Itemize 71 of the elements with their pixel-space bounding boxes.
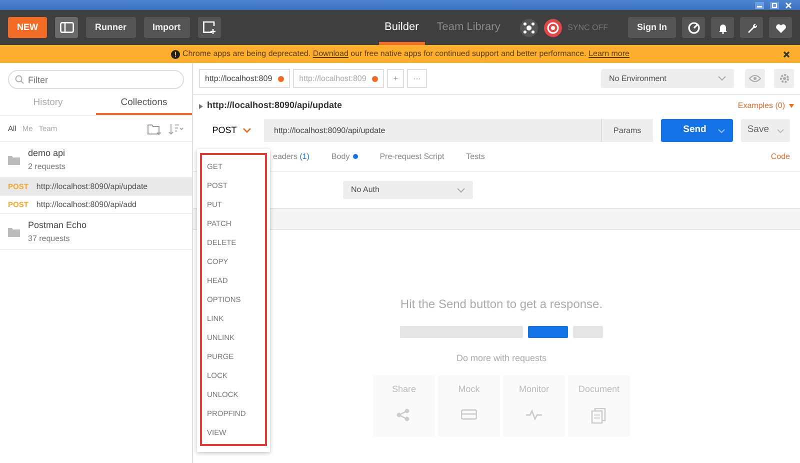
request-subtab[interactable]: Tests [466, 150, 485, 162]
maximize-icon[interactable] [770, 2, 779, 8]
heart-button[interactable] [769, 17, 792, 38]
caret-icon [777, 128, 784, 132]
warning-icon [170, 50, 180, 58]
chevron-down-icon [242, 128, 251, 133]
import-button[interactable]: Import [144, 17, 190, 38]
request-title: http://localhost:8090/api/update [207, 99, 342, 112]
request-tab[interactable]: http://localhost:809 [293, 69, 384, 88]
sync-status: SYNC OFF [568, 22, 608, 34]
search-icon [15, 75, 24, 84]
sidebar-icon [60, 22, 74, 33]
placeholder-bar [528, 326, 568, 338]
collection-name: Postman Echo [28, 219, 87, 232]
minimize-icon[interactable] [755, 2, 764, 8]
request-url: http://localhost:8090/api/update [36, 180, 148, 193]
request-subtab[interactable]: Body [331, 150, 358, 162]
documents-icon [591, 408, 607, 424]
placeholder-bar [573, 326, 603, 338]
send-button[interactable]: Send [661, 119, 734, 142]
sign-in-button[interactable]: Sign In [628, 17, 676, 38]
chevron-down-icon [718, 76, 726, 81]
chevron-down-icon [457, 188, 465, 192]
response-hint: Hit the Send button to get a response. [400, 296, 603, 313]
eye-icon [749, 75, 761, 82]
new-window-icon [202, 21, 216, 34]
code-link[interactable]: Code [770, 150, 790, 162]
save-button[interactable]: Save [741, 119, 790, 142]
settings-button[interactable] [740, 17, 763, 38]
folder-icon [8, 226, 20, 237]
request-count: 2 requests [28, 160, 66, 172]
new-button[interactable]: NEW [8, 17, 47, 38]
collection-item[interactable]: Postman Echo 37 requests [0, 214, 192, 250]
download-link[interactable]: Download [312, 49, 348, 58]
request-count: 37 requests [28, 232, 71, 244]
sidebar-toggle-button[interactable] [55, 17, 78, 38]
bell-button[interactable] [711, 17, 734, 38]
filter-field[interactable]: Filter [8, 70, 184, 89]
more-tabs-button[interactable]: ··· [406, 69, 427, 88]
examples-dropdown[interactable]: Examples (0) [738, 100, 785, 112]
new-window-button[interactable] [198, 17, 220, 38]
expand-caret-icon[interactable] [199, 104, 203, 108]
learn-more-link[interactable]: Learn more [588, 49, 630, 58]
heart-icon [774, 22, 786, 34]
close-icon[interactable] [783, 50, 790, 58]
add-tab-button[interactable]: + [387, 69, 404, 88]
more-heading: Do more with requests [456, 352, 547, 365]
request-url: http://localhost:8090/api/add [36, 198, 136, 211]
folder-icon [8, 154, 20, 165]
bell-icon [716, 22, 728, 34]
banner-message: Chrome apps are being deprecated. Download our free native apps for continued support and better performance. Learn more [182, 48, 630, 60]
unsaved-dot-icon [372, 76, 378, 82]
auth-type-select[interactable]: No Auth [343, 181, 473, 199]
caret-down-icon [789, 104, 794, 108]
request-tab[interactable]: http://localhost:809 [199, 69, 290, 88]
params-button[interactable]: Params [600, 119, 654, 142]
environment-select[interactable]: No Environment [601, 69, 734, 88]
runner-button[interactable]: Runner [86, 17, 136, 38]
gear-icon [778, 73, 790, 84]
url-field[interactable]: http://localhost:8090/api/update [264, 119, 601, 142]
request-subtab[interactable]: Pre-request Script [380, 150, 444, 162]
unsaved-dot-icon [278, 76, 284, 82]
caret-icon [718, 128, 726, 132]
settings-icon [746, 22, 758, 34]
sidebar-tab[interactable]: Collections [96, 93, 192, 116]
sidebar-tab[interactable]: History [0, 93, 96, 116]
new-folder-icon[interactable] [147, 122, 162, 135]
view-tab[interactable]: Team Library [430, 10, 506, 45]
request-subtab[interactable]: eaders (1) [273, 150, 310, 162]
share-icon [396, 408, 412, 424]
collection-name: demo api [28, 147, 66, 160]
